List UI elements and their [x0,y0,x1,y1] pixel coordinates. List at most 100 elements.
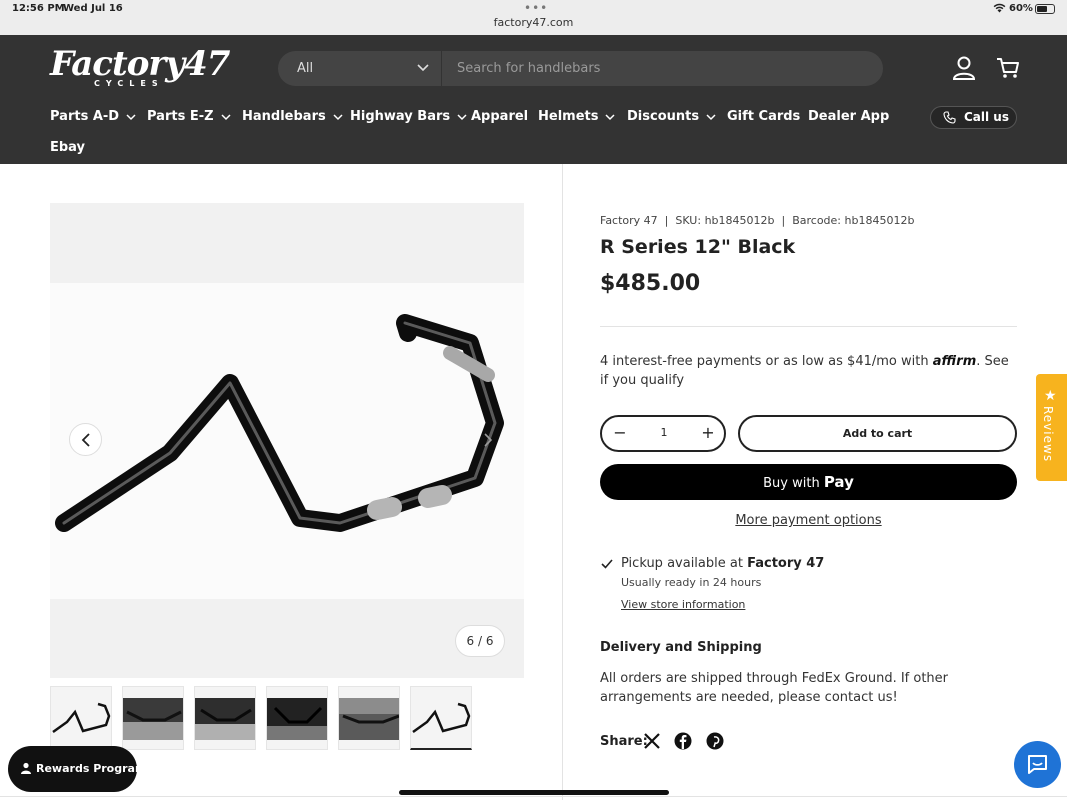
chevron-down-icon [605,113,615,120]
thumbnail-image [339,698,399,740]
barcode-label: Barcode: [792,214,842,227]
quantity-increase-button[interactable]: + [700,425,716,441]
apple-pay-label: Pay [823,473,854,491]
nav-item-discounts[interactable]: Discounts [627,109,717,124]
product-price: $485.00 [600,271,701,296]
gallery-next-button[interactable] [471,423,504,456]
thumbnail-image [52,702,111,734]
site-header: Factory47 CYCLES All Parts A-D Parts E-Z… [0,35,1067,164]
more-dots-icon[interactable]: ••• [524,1,548,15]
thumbnail-2[interactable] [122,686,184,750]
thumbnail-image [267,698,327,740]
gallery-counter: 6 / 6 [455,625,505,657]
search-bar: All [278,51,883,86]
add-to-cart-button[interactable]: Add to cart [738,415,1017,452]
quantity-decrease-button[interactable]: − [612,425,628,441]
nav-item-apparel[interactable]: Apparel [471,109,528,124]
nav-item-label: Discounts [627,109,700,124]
shipping-text: All orders are shipped through FedEx Gro… [600,671,949,705]
chat-bubble-icon [1028,755,1047,774]
chevron-down-icon [706,113,716,120]
facebook-icon[interactable] [674,732,692,750]
nav-item-dealer-app[interactable]: Dealer App [808,109,889,124]
battery-icon [1035,4,1055,14]
nav-item-label: Gift Cards [727,109,801,124]
quantity-stepper: − 1 + [600,415,726,452]
barcode-value: hb1845012b [844,214,915,227]
search-category-label: All [297,61,314,76]
gallery-prev-button[interactable] [69,423,102,456]
product-title: R Series 12" Black [600,236,796,258]
vendor-link[interactable]: Factory 47 [600,214,658,227]
pinterest-icon[interactable] [706,732,724,750]
cart-icon[interactable] [994,54,1022,82]
nav-item-helmets[interactable]: Helmets [538,109,616,124]
nav-item-parts-e-z[interactable]: Parts E-Z [147,109,232,124]
nav-item-label: Handlebars [242,109,326,124]
logo-text: Factory47 [50,44,230,84]
thumbnail-1[interactable] [50,686,112,750]
affirm-message: 4 interest-free payments or as low as $4… [600,352,1017,390]
thumbnail-4[interactable] [266,686,328,750]
apple-pay-button[interactable]: Buy with Pay [600,464,1017,500]
rewards-program-button[interactable]: Rewards Program [8,746,146,792]
buy-with-label: Buy with [763,476,820,491]
address-bar-url[interactable]: factory47.com [0,16,1067,29]
logo-subtext: CYCLES [94,79,164,88]
sku-label: SKU: [675,214,702,227]
account-icon[interactable] [950,54,978,82]
nav-item-label: Helmets [538,109,599,124]
product-meta: Factory 47 | SKU: hb1845012b | Barcode: … [600,214,915,227]
thumbnail-3[interactable] [194,686,256,750]
quantity-value[interactable]: 1 [652,426,676,439]
factory47-logo[interactable]: Factory47 CYCLES [50,44,230,92]
pickup-availability: Pickup available at Factory 47 [621,556,824,571]
rewards-program-label: Rewards Program [36,762,147,775]
thumbnail-image [123,698,183,740]
chevron-down-icon [221,113,231,120]
nav-item-label: Highway Bars [350,109,451,124]
handlebar-product-image [55,314,504,532]
call-us-label: Call us [964,110,1009,124]
thumbnail-image [195,698,255,740]
nav-item-parts-a-d[interactable]: Parts A-D [50,109,137,124]
nav-item-ebay[interactable]: Ebay [50,140,85,155]
chevron-down-icon [417,64,429,72]
x-twitter-icon[interactable] [643,732,661,750]
product-gallery: 6 / 6 [50,203,524,678]
nav-item-gift-cards[interactable]: Gift Cards [727,109,800,124]
call-us-button[interactable]: Call us [930,106,1017,129]
thumbnail-5[interactable] [338,686,400,750]
person-icon [21,762,31,774]
status-time: 12:56 PM [12,3,65,14]
reviews-tab-label: Reviews [1041,406,1055,463]
wifi-icon [993,3,1006,13]
battery-percent: 60% [1009,3,1033,14]
star-icon: ★ [1044,388,1057,404]
home-indicator[interactable] [399,790,669,795]
shipping-heading: Delivery and Shipping [600,640,762,655]
page-bottom-divider [0,796,1067,797]
search-category-select[interactable]: All [278,51,442,86]
phone-icon [943,111,956,124]
thumbnail-6[interactable] [410,686,472,750]
chevron-left-icon [81,433,90,447]
view-store-link[interactable]: View store information [621,598,745,611]
chevron-right-icon [484,433,493,447]
share-label: Share: [600,734,648,749]
section-divider [600,326,1017,327]
chevron-down-icon [457,113,467,120]
search-input[interactable] [448,53,868,84]
more-payment-options-link[interactable]: More payment options [600,513,1017,528]
chat-button[interactable] [1014,741,1061,788]
nav-item-handlebars[interactable]: Handlebars [242,109,344,124]
pickup-text: Pickup available at [621,556,743,571]
browser-status-bar: 12:56 PM Wed Jul 16 ••• factory47.com 60… [0,0,1067,35]
affirm-logo: affirm [932,354,977,369]
chevron-down-icon [333,113,343,120]
thumbnail-image [412,702,471,734]
reviews-tab[interactable]: ★ Reviews [1036,374,1067,481]
chevron-down-icon [126,113,136,120]
nav-item-highway-bars[interactable]: Highway Bars [350,109,468,124]
sku-value: hb1845012b [704,214,775,227]
